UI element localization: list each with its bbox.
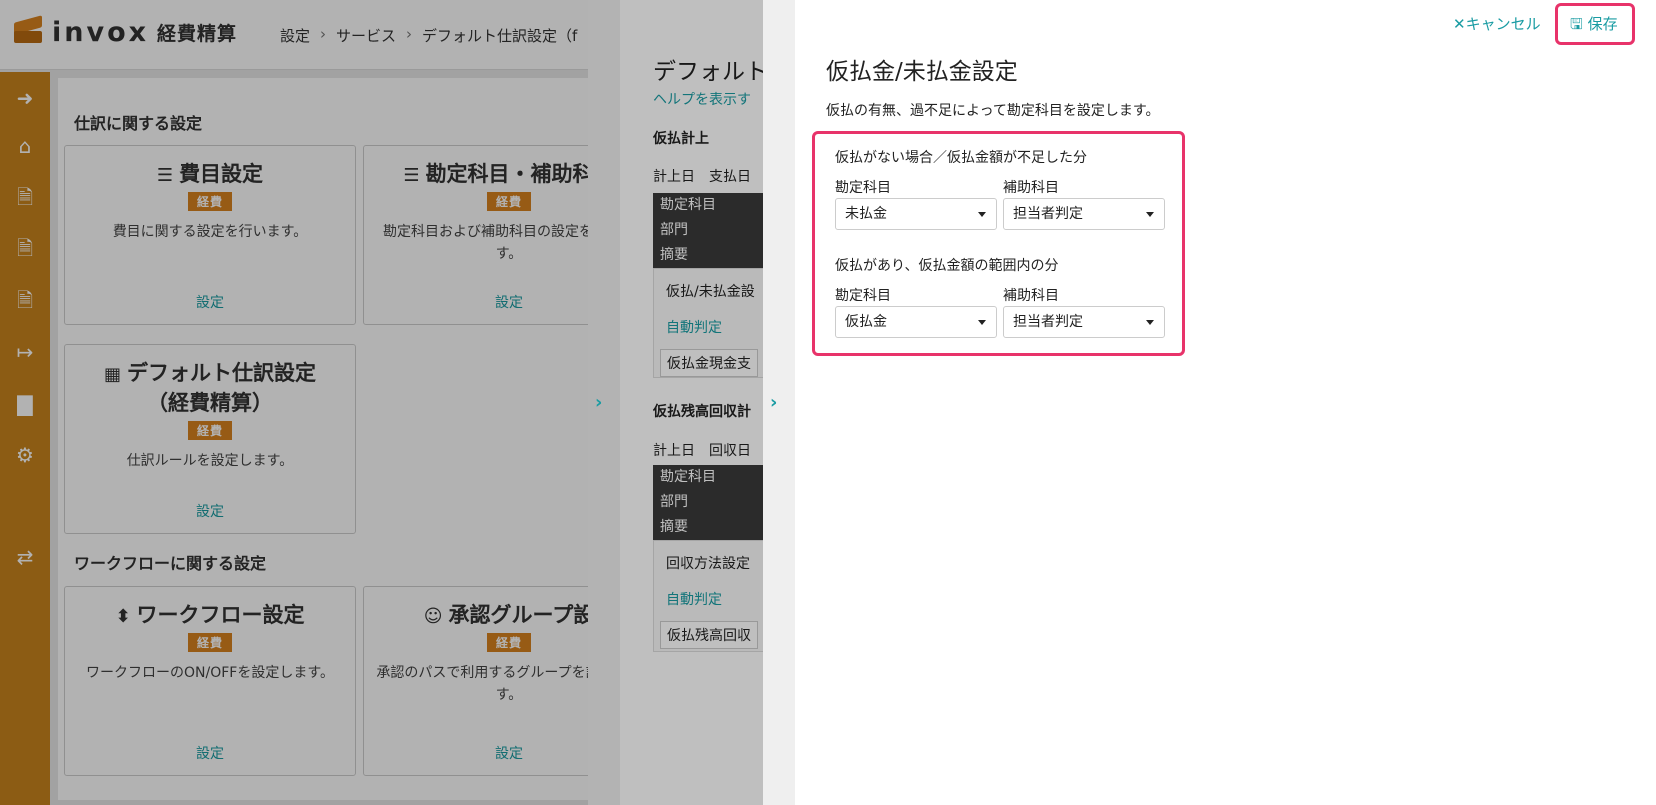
panel-description: 仮払の有無、過不足によって勘定科目を設定します。 [826,103,1160,119]
account-select[interactable]: 仮払金 [835,306,997,338]
advance-payment-settings-panel: ✕キャンセル 🖫 保存 仮払金/未払金設定 仮払の有無、過不足によって勘定科目を… [795,0,1656,805]
caret-down-icon [978,320,986,325]
save-label: 保存 [1587,15,1618,33]
panel-collapse-strip[interactable] [763,0,795,805]
overlay-backdrop[interactable] [0,0,620,805]
sub-account-label: 補助科目 [1003,288,1059,304]
caret-down-icon [1146,212,1154,217]
sub-account-label: 補助科目 [1003,180,1059,196]
select-value: 仮払金 [845,314,887,330]
group-heading: 仮払がない場合／仮払金額が不足した分 [835,150,1087,166]
panel-title: 仮払金/未払金設定 [826,59,1018,85]
select-value: 担当者判定 [1013,206,1083,222]
caret-down-icon [978,212,986,217]
chevron-right-icon[interactable]: › [770,392,777,413]
select-value: 担当者判定 [1013,314,1083,330]
close-icon: ✕ [1453,15,1466,33]
sub-account-select[interactable]: 担当者判定 [1003,306,1165,338]
account-label: 勘定科目 [835,288,891,304]
save-icon: 🖫 [1570,15,1583,33]
cancel-label: キャンセル [1465,15,1541,33]
account-label: 勘定科目 [835,180,891,196]
panel-dim [588,0,763,805]
select-value: 未払金 [845,206,887,222]
chevron-right-icon[interactable]: › [595,392,602,413]
caret-down-icon [1146,320,1154,325]
cancel-button[interactable]: ✕キャンセル [1453,13,1541,34]
save-button[interactable]: 🖫 保存 [1570,13,1618,39]
sub-account-select[interactable]: 担当者判定 [1003,198,1165,230]
group-heading: 仮払があり、仮払金額の範囲内の分 [835,258,1059,274]
account-select[interactable]: 未払金 [835,198,997,230]
